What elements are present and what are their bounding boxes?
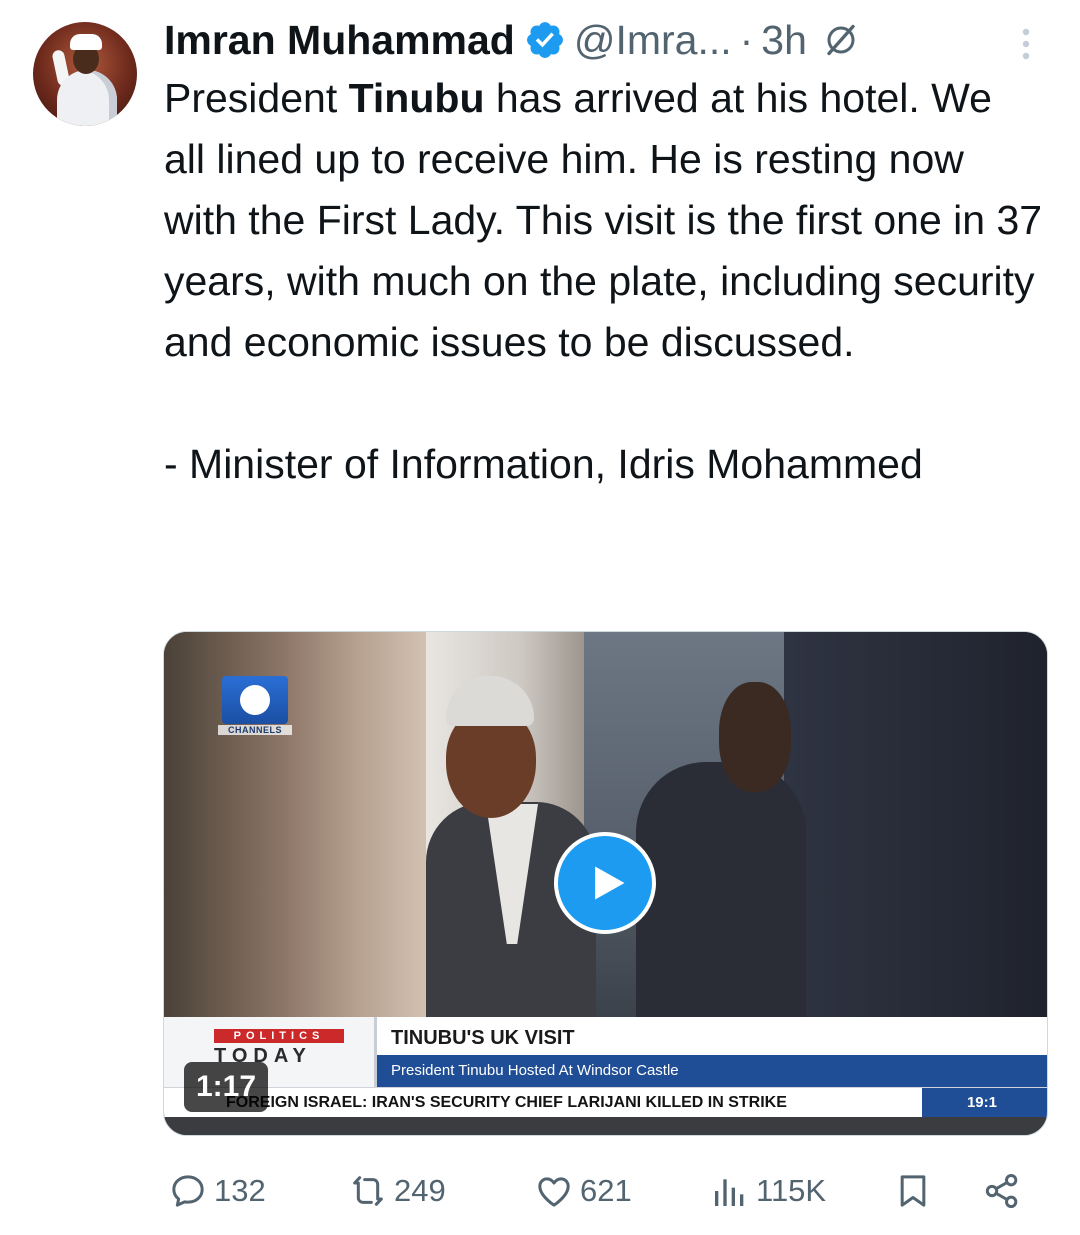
headline-subtitle: President Tinubu Hosted At Windsor Castl…	[377, 1055, 1047, 1087]
tweet-timestamp[interactable]: 3h	[761, 17, 807, 64]
tweet-paragraph-1: President Tinubu has arrived at his hote…	[164, 75, 1043, 365]
author-avatar[interactable]	[33, 22, 137, 126]
play-button[interactable]	[554, 832, 656, 934]
repost-count: 249	[394, 1173, 446, 1208]
author-handle[interactable]: @Imra...	[574, 17, 732, 64]
channel-logo	[222, 676, 288, 724]
video-scene-right	[784, 632, 1047, 1017]
grok-icon[interactable]	[823, 22, 859, 58]
views-count: 115K	[756, 1173, 827, 1208]
repost-icon	[353, 1176, 383, 1206]
video-person2-body	[636, 762, 806, 1017]
show-tag: POLITICS	[214, 1029, 344, 1043]
like-count: 621	[580, 1173, 632, 1208]
reply-icon	[172, 1175, 204, 1207]
share-icon	[985, 1174, 1018, 1208]
verified-badge-icon	[526, 22, 563, 58]
author-name[interactable]: Imran Muhammad	[164, 17, 515, 64]
ticker-text: FOREIGN ISRAEL: IRAN'S SECURITY CHIEF LA…	[226, 1094, 787, 1111]
like-button[interactable]: 621	[534, 1168, 632, 1214]
tweet-paragraph-2: - Minister of Information, Idris Mohamme…	[164, 441, 923, 487]
like-icon	[538, 1177, 570, 1207]
video-scene-left	[164, 632, 426, 1017]
ticker-clock: 19:1	[922, 1088, 1047, 1118]
globe-icon	[240, 685, 270, 715]
views-icon	[715, 1179, 744, 1206]
news-ticker: FOREIGN ISRAEL: IRAN'S SECURITY CHIEF LA…	[164, 1087, 1047, 1118]
share-button[interactable]	[982, 1168, 1022, 1214]
tweet-body: President Tinubu has arrived at his hote…	[164, 68, 1044, 495]
views-button[interactable]: 115K	[710, 1168, 826, 1214]
channel-logo-label: CHANNELS	[218, 725, 292, 735]
lower-third: POLITICS TODAY TINUBU'S UK VISIT Preside…	[164, 1017, 1047, 1087]
video-bottom-band	[164, 1117, 1047, 1135]
bookmark-button[interactable]	[893, 1168, 933, 1214]
video-person2-head	[719, 682, 791, 792]
headline-box: TINUBU'S UK VISIT President Tinubu Hoste…	[374, 1017, 1047, 1087]
separator-dot: ·	[739, 16, 754, 63]
video-player[interactable]: CHANNELS POLITICS TODAY TINUBU'S UK VISI…	[163, 631, 1048, 1136]
headline-title: TINUBU'S UK VISIT	[391, 1027, 575, 1049]
reply-button[interactable]: 132	[168, 1168, 266, 1214]
video-duration: 1:17	[184, 1062, 269, 1112]
mention-tinubu: Tinubu	[348, 75, 485, 121]
tweet-header: Imran Muhammad @Imra... · 3h	[164, 14, 859, 66]
repost-button[interactable]: 249	[348, 1168, 446, 1214]
bookmark-icon	[900, 1175, 926, 1207]
more-icon[interactable]	[1016, 24, 1036, 64]
action-bar: 132 249 621 115K	[0, 1160, 1080, 1220]
play-icon	[595, 866, 625, 900]
reply-count: 132	[214, 1173, 266, 1208]
